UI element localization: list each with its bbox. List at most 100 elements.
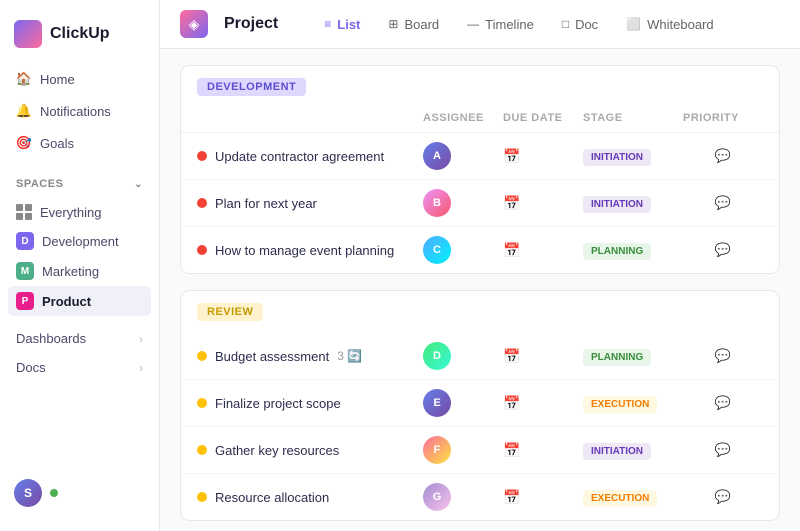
comment-icon: 💬 <box>683 242 763 258</box>
group-label: DEVELOPMENT <box>197 78 306 96</box>
sidebar-item-notifications[interactable]: 🔔 Notifications <box>8 96 151 126</box>
task-status-dot <box>197 151 207 161</box>
space-color-icon: P <box>16 292 34 310</box>
comment-icon: 💬 <box>683 442 763 458</box>
sidebar-item-docs[interactable]: Docs › <box>8 353 151 382</box>
table-row[interactable]: Update contractor agreement A 📅 INITIATI… <box>181 133 779 180</box>
task-title: Gather key resources <box>215 443 339 458</box>
due-date-icon: 📅 <box>503 489 583 506</box>
assignee-avatar: F <box>423 436 451 464</box>
table-row[interactable]: Gather key resources F 📅 INITIATION 💬 <box>181 427 779 474</box>
stage-badge: PLANNING <box>583 243 651 260</box>
sidebar-bottom: Dashboards › Docs › <box>0 324 159 382</box>
task-title: Resource allocation <box>215 490 329 505</box>
sidebar-item-label: Dashboards <box>16 331 86 346</box>
task-name: Budget assessment 3 🔄 <box>197 349 423 364</box>
sidebar-nav: 🏠 Home 🔔 Notifications 🎯 Goals <box>0 64 159 158</box>
sidebar-item-label: Docs <box>16 360 46 375</box>
sidebar-item-product[interactable]: P Product <box>8 286 151 316</box>
timeline-icon: — <box>467 17 479 31</box>
group-header-review: REVIEW <box>181 291 779 333</box>
task-name: Plan for next year <box>197 196 423 211</box>
board-icon: ⊞ <box>388 17 398 31</box>
table-row[interactable]: How to manage event planning C 📅 PLANNIN… <box>181 227 779 273</box>
due-date-icon: 📅 <box>503 348 583 365</box>
sidebar-item-everything[interactable]: Everything <box>8 198 151 226</box>
sidebar-item-label: Development <box>42 234 119 249</box>
task-status-dot <box>197 492 207 502</box>
table-row[interactable]: Budget assessment 3 🔄 D 📅 PLANNING 💬 <box>181 333 779 380</box>
online-status-indicator <box>50 489 58 497</box>
everything-icon <box>16 204 32 220</box>
sidebar-item-label: Notifications <box>40 104 111 119</box>
tab-doc[interactable]: □ Doc <box>548 11 612 38</box>
comment-icon: 💬 <box>683 348 763 364</box>
assignee-avatar: E <box>423 389 451 417</box>
logo-icon <box>14 20 42 48</box>
stage-badge: INITIATION <box>583 443 651 460</box>
due-date-icon: 📅 <box>503 148 583 165</box>
assignee-avatar: G <box>423 483 451 511</box>
table-row[interactable]: Plan for next year B 📅 INITIATION 💬 <box>181 180 779 227</box>
task-title: Plan for next year <box>215 196 317 211</box>
task-status-dot <box>197 245 207 255</box>
sidebar-item-label: Home <box>40 72 75 87</box>
assignee-avatar: C <box>423 236 451 264</box>
task-title: Finalize project scope <box>215 396 341 411</box>
task-status-dot <box>197 398 207 408</box>
tab-list[interactable]: ≡ List <box>310 11 374 38</box>
chevron-right-icon: › <box>139 361 143 375</box>
list-icon: ≡ <box>324 17 331 31</box>
task-name: How to manage event planning <box>197 243 423 258</box>
task-meta: 3 🔄 <box>337 349 362 363</box>
sidebar-footer: S <box>0 467 159 519</box>
table-row[interactable]: Resource allocation G 📅 EXECUTION 💬 <box>181 474 779 520</box>
user-avatar[interactable]: S <box>14 479 42 507</box>
sidebar-item-dashboards[interactable]: Dashboards › <box>8 324 151 353</box>
whiteboard-icon: ⬜ <box>626 17 641 31</box>
task-title: Update contractor agreement <box>215 149 384 164</box>
sidebar-item-goals[interactable]: 🎯 Goals <box>8 128 151 158</box>
task-name: Finalize project scope <box>197 396 423 411</box>
table-row[interactable]: Finalize project scope E 📅 EXECUTION 💬 <box>181 380 779 427</box>
tab-board[interactable]: ⊞ Board <box>374 11 453 38</box>
stage-badge: EXECUTION <box>583 396 657 413</box>
spaces-section: Spaces ⌄ Everything D Development M Mark… <box>0 174 159 316</box>
tab-label: Board <box>404 17 439 32</box>
col-priority: PRIORITY <box>683 112 763 124</box>
comment-icon: 💬 <box>683 395 763 411</box>
sidebar-item-development[interactable]: D Development <box>8 226 151 256</box>
tab-timeline[interactable]: — Timeline <box>453 11 548 38</box>
task-status-dot <box>197 351 207 361</box>
logo-text: ClickUp <box>50 25 110 43</box>
sidebar-item-home[interactable]: 🏠 Home <box>8 64 151 94</box>
group-review: REVIEW Budget assessment 3 🔄 D 📅 PLANNIN… <box>180 290 780 521</box>
home-icon: 🏠 <box>16 71 32 87</box>
stage-badge: PLANNING <box>583 349 651 366</box>
sidebar-item-label: Goals <box>40 136 74 151</box>
assignee-avatar: B <box>423 189 451 217</box>
stage-badge: EXECUTION <box>583 490 657 507</box>
task-title: How to manage event planning <box>215 243 394 258</box>
spaces-header: Spaces ⌄ <box>8 174 151 194</box>
page-header: ◈ Project ≡ List ⊞ Board — Timeline □ Do… <box>160 0 800 49</box>
group-label: REVIEW <box>197 303 263 321</box>
comment-icon: 💬 <box>683 195 763 211</box>
project-icon: ◈ <box>180 10 208 38</box>
project-title: Project <box>224 15 278 33</box>
tab-whiteboard[interactable]: ⬜ Whiteboard <box>612 11 727 38</box>
space-color-icon: D <box>16 232 34 250</box>
sidebar-item-label: Everything <box>40 205 101 220</box>
stage-badge: INITIATION <box>583 196 651 213</box>
group-header-development: DEVELOPMENT <box>181 66 779 108</box>
assignee-avatar: A <box>423 142 451 170</box>
col-duedate: DUE DATE <box>503 112 583 124</box>
sidebar-item-marketing[interactable]: M Marketing <box>8 256 151 286</box>
chevron-down-icon: ⌄ <box>134 179 143 190</box>
group-development: DEVELOPMENT ASSIGNEE DUE DATE STAGE PRIO… <box>180 65 780 274</box>
sidebar-item-label: Marketing <box>42 264 99 279</box>
tab-label: List <box>337 17 360 32</box>
task-list-content: DEVELOPMENT ASSIGNEE DUE DATE STAGE PRIO… <box>160 49 800 531</box>
task-status-dot <box>197 445 207 455</box>
view-tabs: ≡ List ⊞ Board — Timeline □ Doc ⬜ Whiteb… <box>310 11 727 38</box>
